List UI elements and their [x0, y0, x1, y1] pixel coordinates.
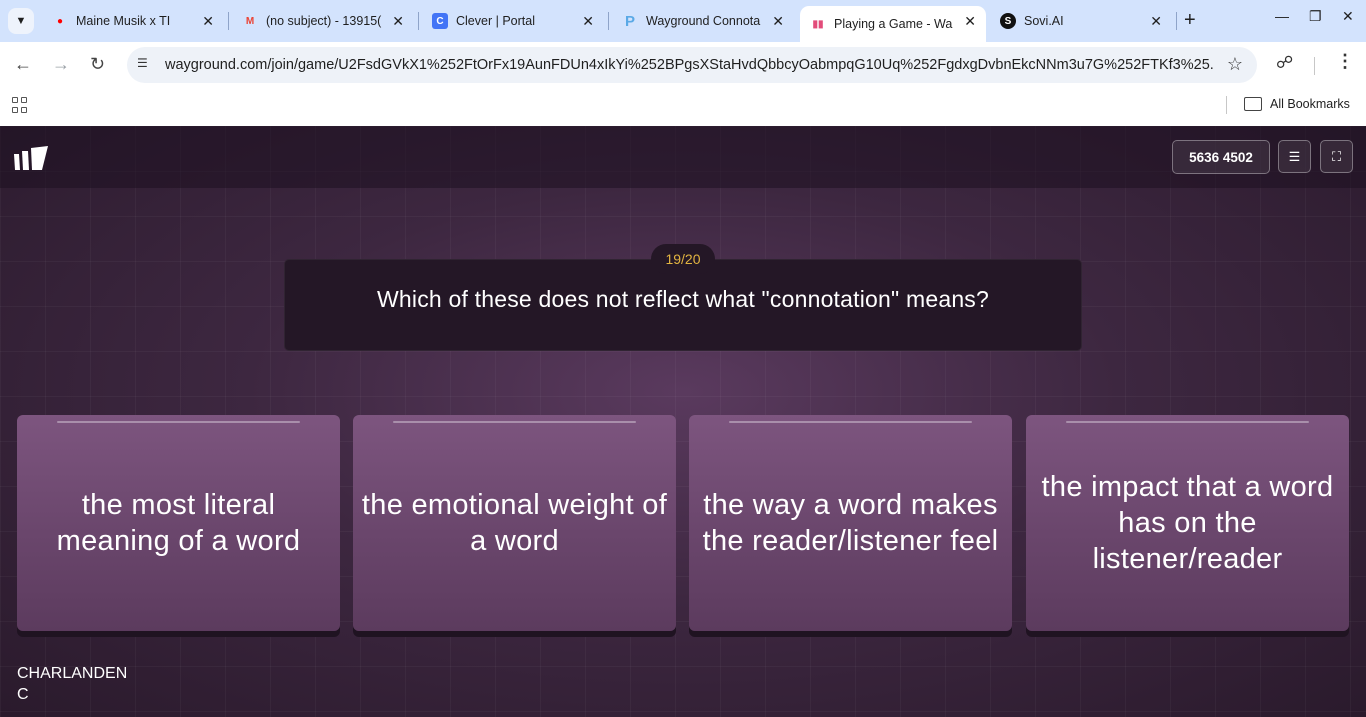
tab-playing-game[interactable]: ▮▮ Playing a Game - Wa ✕ — [800, 6, 986, 42]
answer-option-text: the emotional weight of a word — [361, 489, 668, 557]
fullscreen-icon[interactable]: ⛶ — [1320, 140, 1353, 173]
close-icon[interactable]: ✕ — [392, 13, 404, 30]
minimize-icon[interactable]: — — [1275, 8, 1289, 24]
tab-title: Sovi.AI — [1024, 14, 1064, 28]
new-tab-icon[interactable]: + — [1184, 9, 1196, 32]
game-code-button[interactable]: 5636 4502 — [1172, 140, 1270, 174]
tab-youtube[interactable]: ● Maine Musik x TI ✕ — [42, 6, 224, 36]
sovi-icon: S — [1000, 13, 1016, 29]
tab-gmail[interactable]: M (no subject) - 13915( ✕ — [232, 6, 414, 36]
player-name-line1: CHARLANDEN — [17, 665, 128, 682]
gmail-icon: M — [245, 15, 255, 27]
bookmarks-bar: All Bookmarks — [0, 88, 1366, 126]
answer-option-text: the most literal meaning of a word — [56, 489, 301, 557]
browser-menu-icon[interactable]: ⋮ — [1336, 51, 1354, 72]
wayground-icon: ▮▮ — [812, 18, 824, 30]
tab-divider — [1176, 12, 1177, 30]
wayground-p-icon: P — [624, 12, 635, 30]
tab-title: Clever | Portal — [456, 14, 535, 28]
tab-divider — [228, 12, 229, 30]
all-bookmarks-label: All Bookmarks — [1270, 97, 1350, 111]
tab-sovi[interactable]: S Sovi.AI ✕ — [990, 6, 1172, 36]
answer-option-2[interactable]: the emotional weight of a word — [353, 415, 676, 631]
close-icon[interactable]: ✕ — [202, 13, 214, 30]
wayground-logo-icon — [14, 146, 48, 170]
answer-option-text: the impact that a word has on the listen… — [1041, 471, 1334, 575]
tab-search-icon[interactable]: ▼ — [8, 8, 34, 34]
answer-option-4[interactable]: the impact that a word has on the listen… — [1026, 415, 1349, 631]
apps-grid-icon[interactable] — [12, 97, 28, 113]
url-text[interactable]: wayground.com/join/game/U2FsdGVkX1%252Ft… — [165, 57, 1215, 73]
game-header: 5636 4502 ☰ ⛶ — [0, 126, 1366, 188]
folder-icon — [1244, 97, 1262, 111]
player-name: CHARLANDEN C — [17, 663, 127, 705]
question-text: Which of these does not reflect what "co… — [376, 286, 990, 312]
game-area: 5636 4502 ☰ ⛶ 19/20 Which of these does … — [0, 126, 1366, 717]
close-icon[interactable]: ✕ — [772, 13, 784, 30]
close-icon[interactable]: ✕ — [964, 13, 976, 30]
tab-title: Playing a Game - Wa — [834, 17, 953, 31]
browser-toolbar: ← → ↻ ☰ wayground.com/join/game/U2FsdGVk… — [0, 42, 1366, 88]
reload-icon[interactable]: ↻ — [90, 54, 105, 75]
bookmarks-divider — [1226, 96, 1227, 114]
tab-wayground-connotation[interactable]: P Wayground Connota ✕ — [612, 6, 794, 36]
all-bookmarks-button[interactable]: All Bookmarks — [1244, 97, 1350, 111]
player-name-line2: C — [17, 686, 29, 703]
answer-option-3[interactable]: the way a word makes the reader/listener… — [689, 415, 1012, 631]
clever-icon: C — [432, 13, 448, 29]
tab-title: Wayground Connota — [646, 14, 761, 28]
answer-option-1[interactable]: the most literal meaning of a word — [17, 415, 340, 631]
tab-divider — [418, 12, 419, 30]
answer-option-text: the way a word makes the reader/listener… — [702, 489, 999, 557]
close-icon[interactable]: ✕ — [1150, 13, 1162, 30]
tab-title: Maine Musik x TI — [76, 14, 171, 28]
tab-divider — [608, 12, 609, 30]
address-bar[interactable]: ☰ wayground.com/join/game/U2FsdGVkX1%252… — [127, 47, 1257, 83]
bookmark-star-icon[interactable]: ☆ — [1227, 54, 1243, 75]
tab-clever[interactable]: C Clever | Portal ✕ — [422, 6, 604, 36]
window-close-icon[interactable]: ✕ — [1342, 8, 1354, 25]
restore-icon[interactable]: ❐ — [1309, 8, 1322, 25]
tab-title: (no subject) - 13915( — [266, 14, 382, 28]
extensions-icon[interactable]: ☍ — [1276, 53, 1293, 73]
youtube-icon: ● — [56, 15, 64, 27]
menu-icon[interactable]: ☰ — [1278, 140, 1311, 173]
tab-strip: ▼ ● Maine Musik x TI ✕ M (no subject) - … — [0, 0, 1366, 42]
site-settings-icon[interactable]: ☰ — [137, 56, 153, 72]
toolbar-divider — [1314, 57, 1315, 75]
question-counter: 19/20 — [651, 244, 715, 274]
forward-icon[interactable]: → — [52, 54, 70, 75]
close-icon[interactable]: ✕ — [582, 13, 594, 30]
back-icon[interactable]: ← — [14, 54, 32, 75]
